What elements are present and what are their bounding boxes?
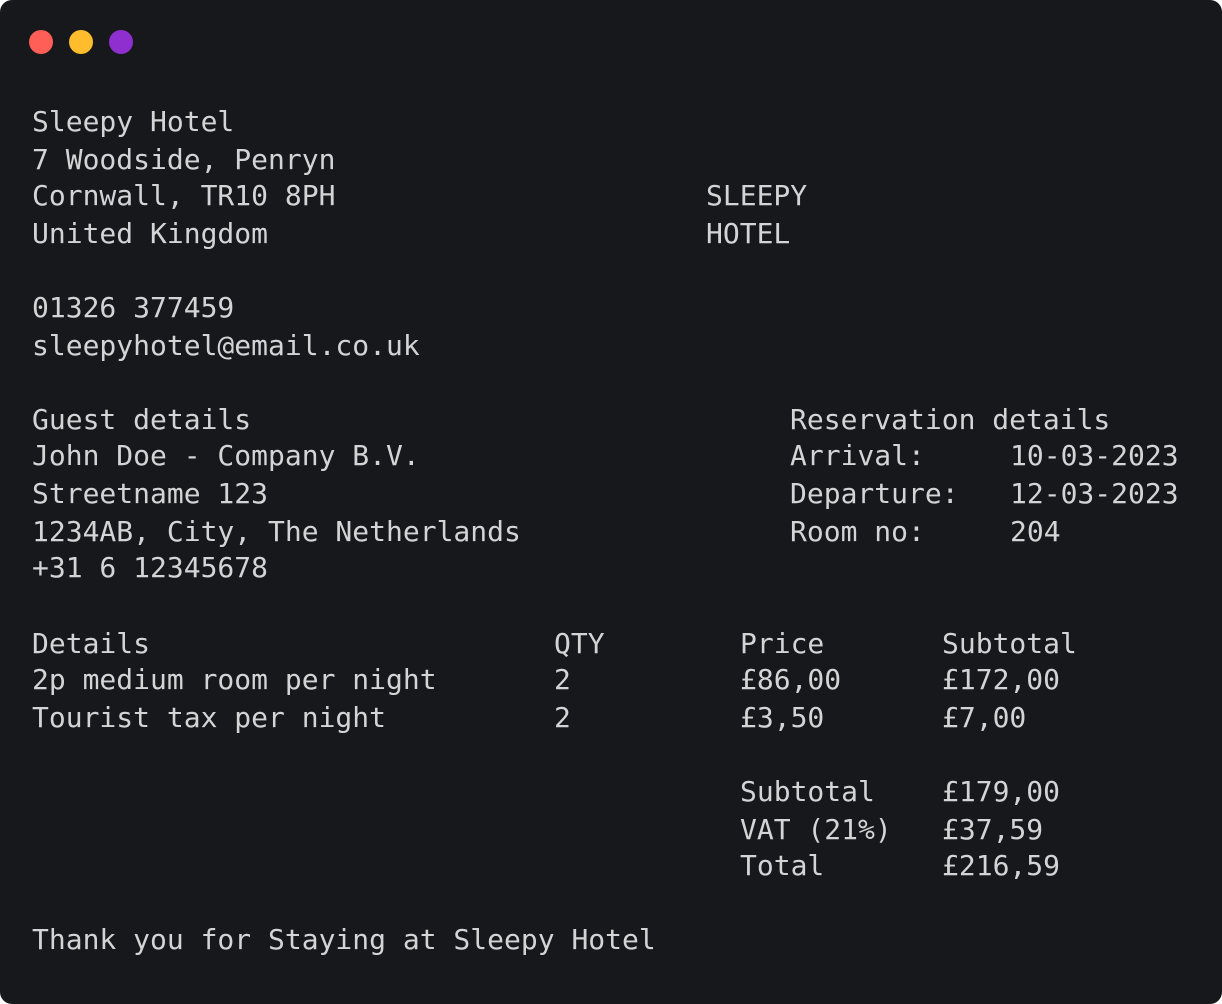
guest-details-heading: Guest details: [32, 403, 252, 436]
item-details: 2p medium room per night: [32, 663, 437, 696]
column-header-subtotal: Subtotal: [942, 627, 1077, 660]
item-price: £3,50: [740, 701, 825, 734]
room-label: Room no:: [790, 515, 925, 548]
item-subtotal: £172,00: [942, 663, 1061, 696]
arrival-value: 10-03-2023: [1010, 439, 1179, 472]
vat-value: £37,59: [942, 813, 1044, 846]
column-header-price: Price: [740, 627, 825, 660]
total-value: £216,59: [942, 849, 1061, 882]
total-label: Total: [740, 849, 825, 882]
column-header-details: Details: [32, 627, 151, 660]
subtotal-value: £179,00: [942, 775, 1061, 808]
item-price: £86,00: [740, 663, 842, 696]
terminal-window: Sleepy Hotel 7 Woodside, Penryn Cornwall…: [0, 0, 1222, 1004]
guest-street: Streetname 123: [32, 477, 269, 510]
minimize-window-button[interactable]: [69, 30, 93, 54]
hotel-country: United Kingdom: [32, 217, 269, 250]
departure-label: Departure:: [790, 477, 959, 510]
hotel-email: sleepyhotel@email.co.uk: [32, 329, 420, 362]
item-subtotal: £7,00: [942, 701, 1027, 734]
guest-city: 1234AB, City, The Netherlands: [32, 515, 521, 548]
arrival-label: Arrival:: [790, 439, 925, 472]
departure-value: 12-03-2023: [1010, 477, 1179, 510]
column-header-qty: QTY: [554, 627, 605, 660]
item-details: Tourist tax per night: [32, 701, 387, 734]
hotel-logo-line1: SLEEPY: [706, 179, 808, 212]
hotel-address-line2: Cornwall, TR10 8PH: [32, 179, 336, 212]
subtotal-label: Subtotal: [740, 775, 875, 808]
item-qty: 2: [554, 663, 571, 696]
hotel-logo-line2: HOTEL: [706, 217, 791, 250]
hotel-address-line1: 7 Woodside, Penryn: [32, 143, 336, 176]
guest-name: John Doe - Company B.V.: [32, 439, 420, 472]
thank-you-message: Thank you for Staying at Sleepy Hotel: [32, 923, 656, 956]
vat-label: VAT (21%): [740, 813, 892, 846]
room-value: 204: [1010, 515, 1061, 548]
item-qty: 2: [554, 701, 571, 734]
reservation-details-heading: Reservation details: [790, 403, 1111, 436]
close-window-button[interactable]: [29, 30, 53, 54]
guest-phone: +31 6 12345678: [32, 551, 269, 584]
hotel-phone: 01326 377459: [32, 291, 235, 324]
zoom-window-button[interactable]: [109, 30, 133, 54]
hotel-name: Sleepy Hotel: [32, 105, 235, 138]
